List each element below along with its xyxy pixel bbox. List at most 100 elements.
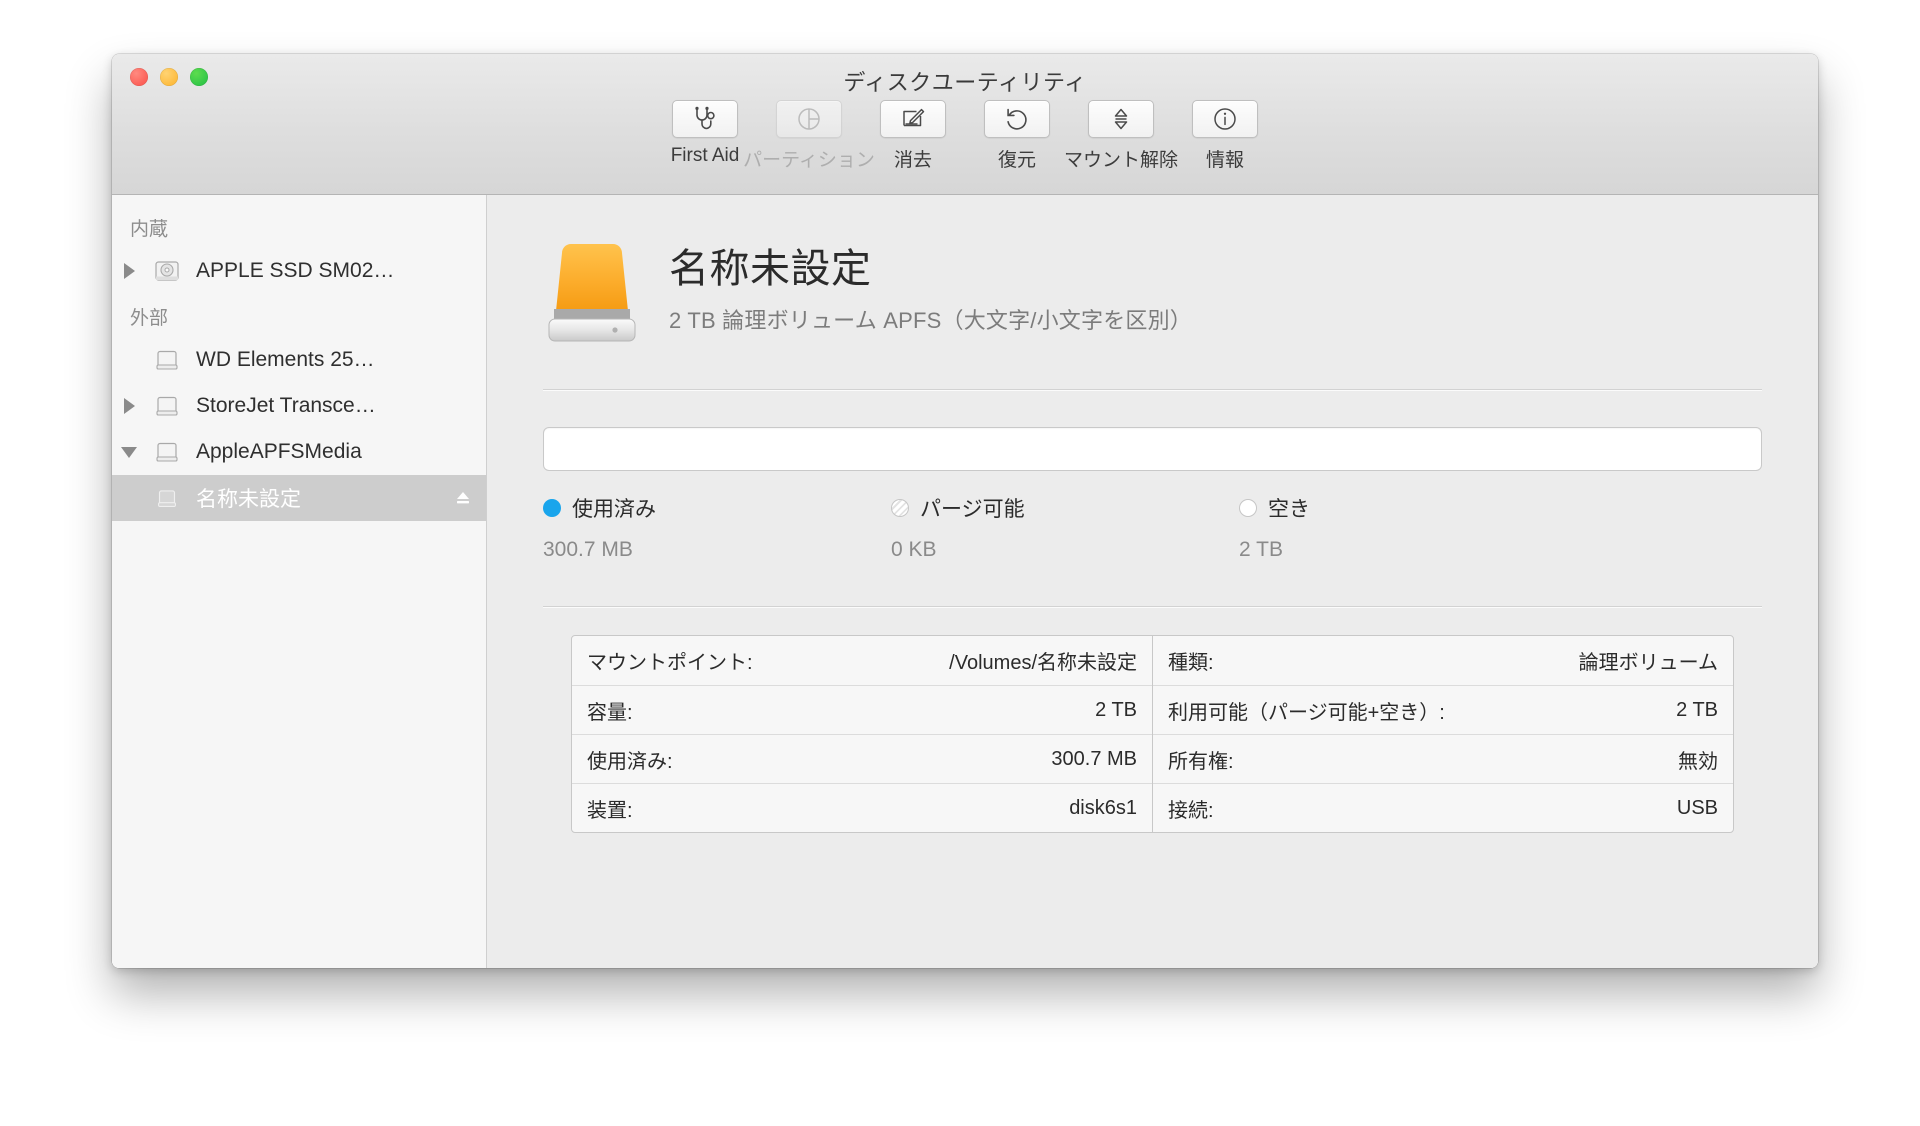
info-row-available: 利用可能（パージ可能+空き）: 2 TB	[1153, 685, 1733, 734]
info-value: 論理ボリューム	[1578, 652, 1718, 674]
legend-label: パージ可能	[920, 498, 1025, 521]
legend-item-purgeable: パージ可能 0 KB	[891, 493, 1239, 562]
info-row-type: 種類: 論理ボリューム	[1153, 636, 1733, 685]
stethoscope-icon	[695, 106, 715, 130]
sidebar-item-label: APPLE SSD SM02…	[196, 259, 395, 282]
header-divider	[543, 389, 1762, 390]
legend-label: 使用済み	[572, 498, 656, 521]
info-value: 無効	[1678, 750, 1718, 773]
disclosure-triangle[interactable]	[112, 398, 146, 414]
legend-divider	[543, 606, 1762, 607]
first-aid-button[interactable]	[672, 100, 738, 138]
toolbar-item-erase[interactable]: 消去	[861, 100, 965, 172]
capacity-bar	[543, 427, 1762, 471]
info-icon	[1214, 108, 1236, 130]
volume-header: 名称未設定 2 TB 論理ボリューム APFS（大文字/小文字を区別）	[543, 235, 1762, 352]
info-key: 種類:	[1168, 652, 1214, 674]
info-row-mount-point: マウントポイント: /Volumes/名称未設定	[572, 636, 1152, 685]
volume-header-text: 名称未設定 2 TB 論理ボリューム APFS（大文字/小文字を区別）	[669, 246, 1192, 340]
disclosure-triangle[interactable]	[112, 263, 146, 279]
sidebar-item-apple-ssd[interactable]: APPLE SSD SM02…	[112, 248, 486, 294]
info-row-capacity: 容量: 2 TB	[572, 685, 1152, 734]
sidebar-group-internal-title: 内蔵	[130, 219, 169, 240]
legend-value: 300.7 MB	[543, 538, 633, 561]
unmount-button[interactable]	[1088, 100, 1154, 138]
info-key: 容量:	[587, 701, 633, 724]
restore-icon	[1007, 108, 1027, 130]
toolbar-item-info[interactable]: 情報	[1173, 100, 1277, 172]
sidebar-item-storejet[interactable]: StoreJet Transce…	[112, 383, 486, 429]
info-column-left: マウントポイント: /Volumes/名称未設定 容量: 2 TB 使用済み: …	[572, 636, 1152, 832]
info-value: USB	[1676, 796, 1718, 819]
internal-disk-icon	[146, 255, 188, 287]
eject-button[interactable]	[450, 487, 476, 509]
partition-pie-icon	[798, 108, 820, 130]
info-key: 使用済み:	[587, 750, 673, 773]
erase-button[interactable]	[880, 100, 946, 138]
sidebar: 内蔵 APPLE SSD SM02… 外部 WD Elements 25… St…	[112, 195, 487, 968]
titlebar: ディスクユーティリティ First Aid パーティション 消去 復元 マウント…	[112, 54, 1818, 195]
purgeable-swatch-icon	[891, 499, 909, 517]
info-row-connection: 接続: USB	[1153, 783, 1733, 832]
chevron-right-icon	[123, 398, 135, 414]
free-swatch-icon	[1239, 499, 1257, 517]
toolbar-item-first-aid[interactable]: First Aid	[653, 100, 757, 167]
info-button[interactable]	[1192, 100, 1258, 138]
disk-utility-window: ディスクユーティリティ First Aid パーティション 消去 復元 マウント…	[112, 54, 1818, 968]
restore-button[interactable]	[984, 100, 1050, 138]
legend-label: 空き	[1268, 498, 1310, 521]
window-title: ディスクユーティリティ	[843, 70, 1087, 95]
toolbar-label: 復元	[997, 150, 1036, 171]
chevron-right-icon	[123, 263, 135, 279]
info-key: 装置:	[587, 799, 633, 822]
chevron-down-icon	[121, 446, 137, 458]
main-content: 名称未設定 2 TB 論理ボリューム APFS（大文字/小文字を区別） 使用済み	[487, 195, 1818, 968]
info-value: disk6s1	[1069, 796, 1137, 819]
sidebar-item-untitled-volume[interactable]: 名称未設定	[112, 475, 486, 521]
info-key: 接続:	[1168, 799, 1214, 822]
toolbar-label: マウント解除	[1064, 150, 1179, 171]
info-row-used: 使用済み: 300.7 MB	[572, 734, 1152, 783]
toolbar-label: First Aid	[670, 145, 740, 166]
volume-info-table: マウントポイント: /Volumes/名称未設定 容量: 2 TB 使用済み: …	[571, 635, 1734, 833]
info-key: マウントポイント:	[587, 652, 753, 674]
capacity-legend: 使用済み 300.7 MB パージ可能 0 KB 空き 2 TB	[543, 493, 1762, 562]
sidebar-item-label: 名称未設定	[196, 488, 301, 511]
legend-item-free: 空き 2 TB	[1239, 493, 1587, 562]
sidebar-item-wd-elements[interactable]: WD Elements 25…	[112, 337, 486, 383]
info-row-ownership: 所有権: 無効	[1153, 734, 1733, 783]
toolbar-item-partition[interactable]: パーティション	[743, 100, 875, 172]
eject-icon	[457, 492, 469, 504]
external-disk-icon	[146, 344, 188, 376]
info-value: 2 TB	[1095, 698, 1137, 721]
external-disk-icon	[146, 436, 188, 468]
volume-name: 名称未設定	[669, 247, 872, 292]
info-key: 所有権:	[1168, 750, 1234, 773]
sidebar-item-label: StoreJet Transce…	[196, 394, 376, 417]
window-body: 内蔵 APPLE SSD SM02… 外部 WD Elements 25… St…	[112, 195, 1818, 968]
toolbar-label: 消去	[893, 150, 932, 171]
sidebar-item-label: AppleAPFSMedia	[196, 440, 362, 463]
info-value: 300.7 MB	[1051, 747, 1137, 770]
volume-icon	[146, 483, 188, 513]
legend-item-used: 使用済み 300.7 MB	[543, 493, 891, 562]
info-key: 利用可能（パージ可能+空き）:	[1168, 701, 1445, 724]
sidebar-group-external-title: 外部	[130, 308, 169, 329]
external-disk-icon	[146, 390, 188, 422]
used-swatch-icon	[543, 499, 561, 517]
sidebar-item-label: WD Elements 25…	[196, 348, 375, 371]
toolbar-item-unmount[interactable]: マウント解除	[1064, 100, 1178, 172]
legend-value: 2 TB	[1239, 538, 1283, 561]
info-column-right: 種類: 論理ボリューム 利用可能（パージ可能+空き）: 2 TB 所有権: 無効	[1152, 636, 1733, 832]
info-row-device: 装置: disk6s1	[572, 783, 1152, 832]
toolbar-label: パーティション	[743, 150, 875, 171]
volume-subtitle: 2 TB 論理ボリューム APFS（大文字/小文字を区別）	[669, 307, 1193, 333]
erase-icon	[903, 108, 925, 127]
info-value: 2 TB	[1676, 698, 1718, 721]
eject-icon	[1114, 108, 1128, 130]
disclosure-triangle[interactable]	[112, 446, 146, 458]
sidebar-item-appleapfsmedia[interactable]: AppleAPFSMedia	[112, 429, 486, 475]
legend-value: 0 KB	[891, 538, 937, 561]
toolbar-item-restore[interactable]: 復元	[965, 100, 1069, 172]
partition-button[interactable]	[776, 100, 842, 138]
